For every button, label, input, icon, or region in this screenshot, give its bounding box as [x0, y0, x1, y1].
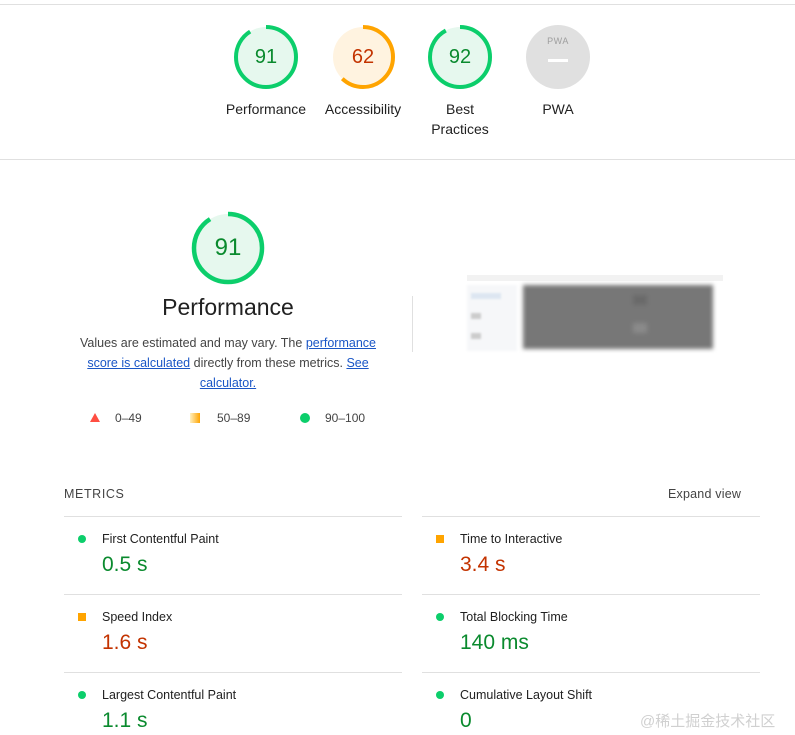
legend-pass-range: 90–100 — [325, 411, 366, 425]
performance-gauge[interactable]: 91 — [233, 24, 299, 90]
metric-tbt-name: Total Blocking Time — [460, 610, 568, 624]
good-circle-icon — [436, 613, 444, 621]
metric-cls-name: Cumulative Layout Shift — [460, 688, 593, 702]
thumbnail-content — [523, 285, 713, 349]
triangle-icon — [90, 413, 100, 422]
metrics-divider — [64, 672, 402, 673]
metric-lcp-value: 1.1 s — [102, 709, 148, 732]
metric-tbt-value: 140 ms — [460, 631, 529, 654]
vertical-divider — [412, 296, 413, 352]
performance-score: 91 — [254, 46, 278, 68]
page-screenshot-thumbnail[interactable] — [467, 275, 723, 357]
performance-title: Performance — [162, 294, 294, 320]
best-practices-label-text: Best Practices — [431, 101, 489, 137]
good-circle-icon — [78, 535, 86, 543]
square-icon — [190, 413, 200, 423]
metric-lcp-name: Largest Contentful Paint — [102, 688, 237, 702]
thumbnail-topbar — [467, 275, 723, 281]
pwa-gauge[interactable]: PWA — [525, 24, 591, 90]
best-practices-score: 92 — [448, 46, 472, 68]
metric-fcp-value: 0.5 s — [102, 553, 148, 576]
average-square-icon — [436, 535, 444, 543]
good-circle-icon — [436, 691, 444, 699]
expand-view-toggle[interactable]: Expand view — [668, 487, 741, 501]
desc-text-2: directly from these metrics. — [190, 356, 347, 370]
metric-cls-value: 0 — [460, 709, 472, 732]
accessibility-gauge[interactable]: 62 — [330, 24, 396, 90]
metric-tti-value: 3.4 s — [460, 553, 506, 576]
legend-fail-range: 0–49 — [115, 411, 142, 425]
legend-average-range: 50–89 — [217, 411, 251, 425]
metric-si-name: Speed Index — [102, 610, 173, 624]
metrics-divider — [422, 516, 760, 517]
metric-fcp-name: First Contentful Paint — [102, 532, 219, 546]
pwa-badge-text: PWA — [547, 36, 569, 46]
best-practices-gauge[interactable]: 92 — [427, 24, 493, 90]
performance-label[interactable]: Performance — [211, 99, 321, 119]
top-divider — [0, 4, 795, 5]
header-divider — [0, 159, 795, 160]
legend-fail: 0–49 — [90, 409, 142, 427]
circle-icon — [300, 413, 310, 423]
metric-si-value: 1.6 s — [102, 631, 148, 654]
performance-description: Values are estimated and may vary. The p… — [72, 333, 384, 393]
metrics-divider — [422, 594, 760, 595]
metrics-divider — [422, 672, 760, 673]
legend-pass: 90–100 — [300, 409, 365, 427]
metrics-heading: METRICS — [64, 487, 125, 501]
accessibility-score: 62 — [351, 46, 375, 68]
watermark: @稀土掘金技术社区 — [640, 713, 776, 730]
metric-tti-name: Time to Interactive — [460, 532, 563, 546]
pwa-label[interactable]: PWA — [503, 99, 613, 119]
best-practices-label[interactable]: Best Practices — [405, 99, 515, 139]
good-circle-icon — [78, 691, 86, 699]
thumbnail-sidebar — [467, 285, 517, 351]
metrics-divider — [64, 516, 402, 517]
legend-average: 50–89 — [190, 409, 250, 427]
desc-text-1: Values are estimated and may vary. The — [80, 336, 306, 350]
performance-big-score: 91 — [214, 234, 242, 261]
average-square-icon — [78, 613, 86, 621]
performance-big-gauge: 91 — [191, 211, 265, 285]
accessibility-label[interactable]: Accessibility — [308, 99, 418, 119]
metrics-divider — [64, 594, 402, 595]
